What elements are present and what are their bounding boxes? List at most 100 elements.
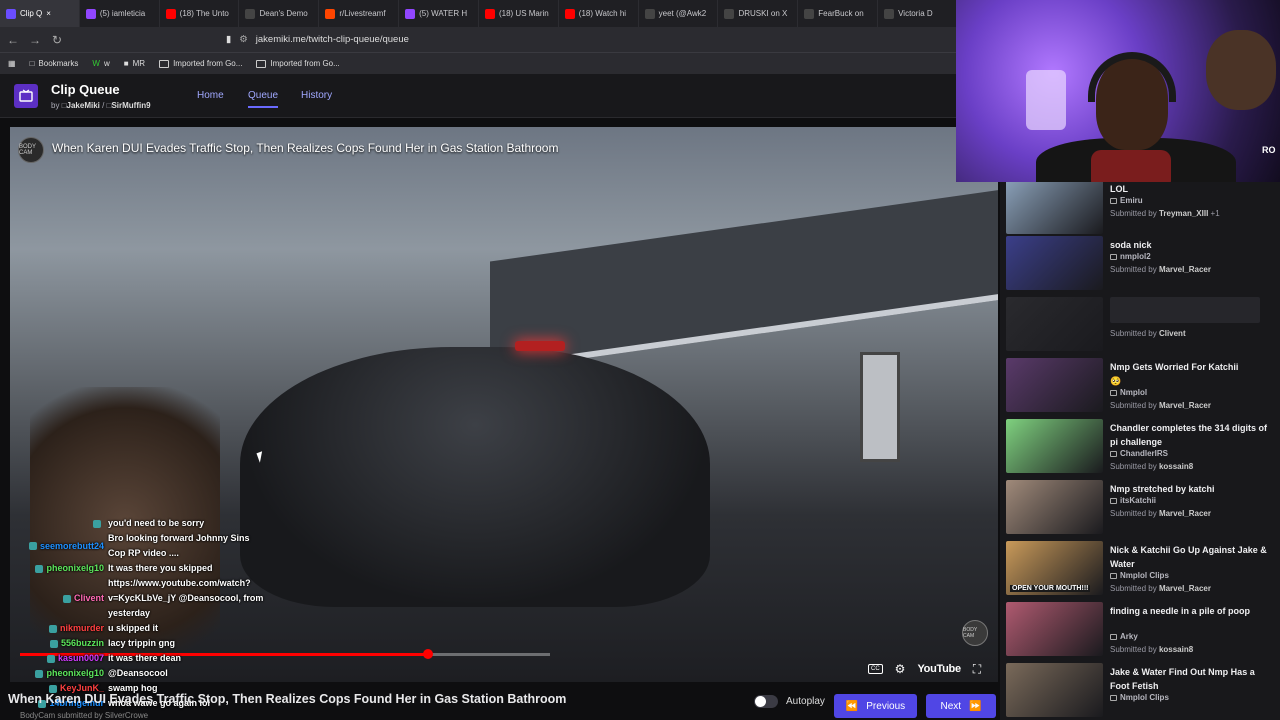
queue-item[interactable]: Nmp Gets Worried For Katchii 🥺 Nmplol Submi… <box>1006 358 1274 416</box>
clip-thumbnail[interactable] <box>1006 419 1103 473</box>
bookmarks-icon: □ <box>29 59 35 68</box>
tab-label: Dean's Demo <box>259 9 308 18</box>
channel-icon <box>1110 450 1117 457</box>
next-button[interactable]: Next ⏩ <box>926 694 996 718</box>
video-title[interactable]: When Karen DUI Evades Traffic Stop, Then… <box>52 141 558 155</box>
clip-channel: Nmplol Clips <box>1110 571 1169 580</box>
bookmark-item[interactable]: □ Bookmarks <box>30 59 79 68</box>
url-text[interactable]: jakemiki.me/twitch-clip-queue/queue <box>256 34 409 45</box>
clip-thumbnail[interactable] <box>1006 480 1103 534</box>
clip-title: Jake & Water Find Out Nmp Has a Foot Fet… <box>1110 667 1255 691</box>
queue-item[interactable]: finding a needle in a pile of poop Arky Su… <box>1006 602 1274 660</box>
app-title: Clip Queue <box>51 82 120 97</box>
nav-home[interactable]: Home <box>197 90 224 101</box>
clip-thumbnail[interactable] <box>1006 663 1103 717</box>
clip-title: soda nick <box>1110 240 1152 250</box>
mr-icon: ■ <box>123 59 129 68</box>
apps-grid-icon[interactable]: ▦ <box>8 59 16 68</box>
chat-username[interactable]: Clivent <box>74 591 104 606</box>
queue-item[interactable]: LOL Emiru Submitted by Treyman_XIII +1 <box>1006 180 1274 238</box>
reload-icon[interactable]: ↻ <box>48 33 66 47</box>
author-link[interactable]: SirMuffin9 <box>111 101 150 110</box>
site-info-icon[interactable]: ⚙ <box>239 34 248 45</box>
tab-label: (5) iamleticia <box>99 9 146 18</box>
autoplay-toggle[interactable] <box>754 695 778 708</box>
nav-history[interactable]: History <box>301 90 332 101</box>
chat-username[interactable]: pheonixelg10 <box>46 666 104 681</box>
channel-watermark[interactable]: BODY CAM <box>962 620 988 646</box>
youtube-logo[interactable]: YouTube <box>917 663 961 675</box>
clip-thumbnail[interactable] <box>1006 236 1103 290</box>
tab-label: Victoria D <box>898 9 933 18</box>
browser-tab[interactable]: Victoria D <box>878 0 958 27</box>
chat-message: 556buzzin lacy trippin gng <box>12 636 282 651</box>
clip-thumbnail[interactable] <box>1006 180 1103 234</box>
queue-item[interactable]: OPEN YOUR MOUTH!!! Nick & Katchii Go Up A… <box>1006 541 1274 599</box>
browser-tab[interactable]: DRUSKI on X <box>718 0 799 27</box>
clip-thumbnail[interactable] <box>1006 358 1103 412</box>
clip-thumbnail[interactable] <box>1006 602 1103 656</box>
chat-username[interactable]: 556buzzin <box>61 636 104 651</box>
channel-avatar[interactable]: BODY CAM <box>18 137 44 163</box>
chat-text: https://www.youtube.com/watch?v=KycKLbVe… <box>108 578 264 618</box>
browser-tab[interactable]: (5) WATER H <box>399 0 479 27</box>
author-link[interactable]: JakeMiki <box>67 101 100 110</box>
chat-username[interactable]: nikmurder <box>60 621 104 636</box>
browser-tab[interactable]: (18) The Unto <box>160 0 240 27</box>
youtube-icon <box>165 8 176 19</box>
captions-icon[interactable]: CC <box>868 664 883 674</box>
browser-tab[interactable]: (18) US Marin <box>479 0 559 27</box>
forward-icon[interactable]: → <box>26 33 44 47</box>
chat-badge-icon <box>62 594 71 603</box>
chat-message: Clivent https://www.youtube.com/watch?v=K… <box>12 576 282 621</box>
bookmark-folder[interactable]: Imported from Go... <box>159 59 242 68</box>
queue-item[interactable]: soda nick nmplol2 Submitted by Marvel_Race… <box>1006 236 1274 294</box>
clip-submitter: Submitted by Marvel_Racer <box>1110 265 1211 274</box>
chat-text: u skipped it <box>108 623 159 633</box>
back-icon[interactable]: ← <box>4 33 22 47</box>
queue-item[interactable]: Nmp stretched by katchi itsKatchii Submitt… <box>1006 480 1274 538</box>
browser-tab[interactable]: (5) iamleticia <box>80 0 160 27</box>
bookmark-page-icon[interactable]: ▮ <box>226 34 231 45</box>
chat-username[interactable]: pheonixelg10 <box>46 561 104 576</box>
bookmark-item[interactable]: Ww <box>92 59 109 68</box>
tab-label: (5) WATER H <box>419 9 468 18</box>
chat-badge-icon <box>48 624 57 633</box>
browser-tab[interactable]: (18) Watch hi <box>559 0 639 27</box>
close-tab-icon[interactable]: × <box>46 9 51 18</box>
x-icon <box>804 8 815 19</box>
chat-badge-icon <box>93 519 101 528</box>
browser-tab[interactable]: Clip Q × <box>0 0 80 27</box>
tab-label: FearBuck on <box>818 9 864 18</box>
browser-tab[interactable]: Dean's Demo <box>239 0 320 27</box>
loading-placeholder <box>1110 297 1260 323</box>
browser-tab[interactable]: yeet (@Awk2 <box>639 0 719 27</box>
nav-queue[interactable]: Queue <box>248 90 279 108</box>
chat-message: you'd need to be sorry <box>12 516 282 531</box>
clip-submitter: Submitted by Marvel_Racer <box>1110 401 1211 410</box>
chat-text: @Deansocool <box>108 668 168 678</box>
bookmarks-bar: ▦ □ Bookmarks Ww ■ MR Imported from Go... … <box>0 52 958 74</box>
bookmark-folder[interactable]: Imported from Go... <box>256 59 340 68</box>
tab-label: (18) US Marin <box>498 9 549 18</box>
queue-item[interactable]: Jake & Water Find Out Nmp Has a Foot Fet… <box>1006 663 1274 720</box>
clip-queue-logo-icon[interactable] <box>14 84 38 108</box>
queue-item[interactable]: Chandler completes the 314 digits of pi … <box>1006 419 1274 477</box>
video-scene-canopy <box>490 188 998 372</box>
browser-tab[interactable]: r/Livestreamf <box>319 0 400 27</box>
settings-gear-icon[interactable]: ⚙ <box>895 662 906 676</box>
x-icon <box>884 8 895 19</box>
browser-tab[interactable]: FearBuck on <box>798 0 879 27</box>
chat-badge-icon <box>35 669 44 678</box>
bookmark-item[interactable]: ■ MR <box>124 59 145 68</box>
tab-label: DRUSKI on X <box>738 9 788 18</box>
chat-username[interactable]: kasun0007 <box>58 651 104 666</box>
autoplay-control[interactable]: Autoplay <box>754 695 825 708</box>
clip-thumbnail[interactable]: OPEN YOUR MOUTH!!! <box>1006 541 1103 595</box>
chat-username[interactable]: seemorebutt24 <box>40 539 104 554</box>
tab-label: (18) The Unto <box>179 9 229 18</box>
clip-thumbnail[interactable] <box>1006 297 1103 351</box>
fullscreen-icon[interactable]: ⛶ <box>973 662 981 677</box>
queue-item[interactable]: Submitted by Clivent <box>1006 297 1274 355</box>
previous-button[interactable]: ⏪ Previous <box>834 694 917 718</box>
